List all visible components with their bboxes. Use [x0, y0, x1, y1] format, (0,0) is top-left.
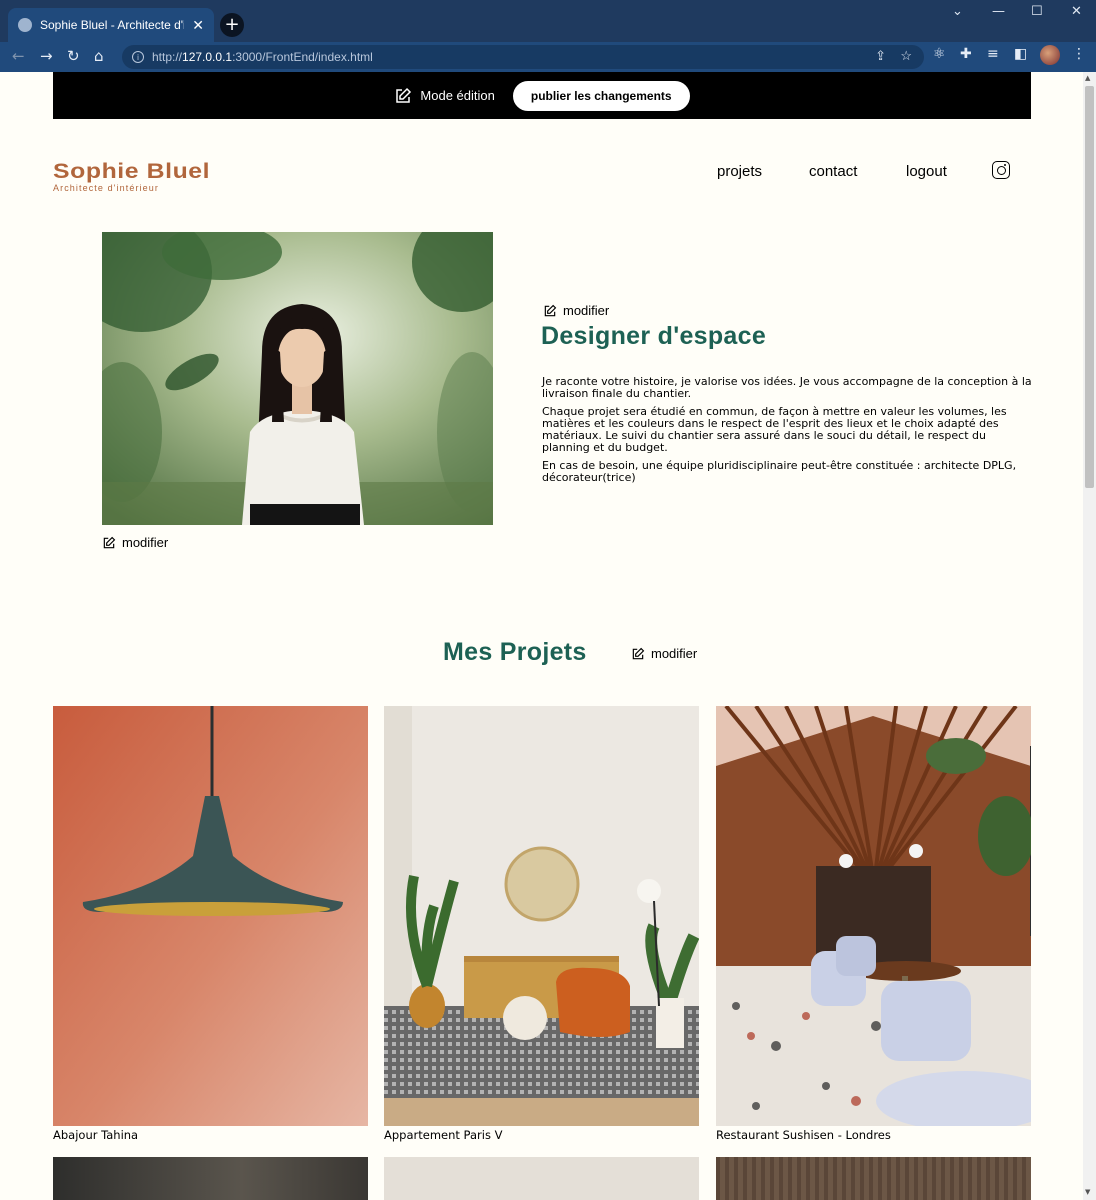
- new-tab-button[interactable]: +: [220, 13, 244, 37]
- browser-tab[interactable]: Sophie Bluel - Architecte d'intérie ✕: [8, 8, 214, 42]
- browser-toolbar: ← → ↻ ⌂ i http:// 127.0.0.1 :3000/FrontE…: [0, 42, 1096, 72]
- maximize-icon[interactable]: ☐: [1031, 4, 1043, 19]
- url-path: :3000/FrontEnd/index.html: [232, 50, 373, 64]
- back-icon[interactable]: ←: [12, 47, 25, 65]
- gallery-item[interactable]: Restaurant Sushisen - Londres: [716, 706, 1031, 1142]
- react-devtools-icon[interactable]: ⚛: [933, 46, 946, 62]
- nav-link-logout[interactable]: logout: [906, 163, 947, 180]
- project-image[interactable]: [716, 1157, 1031, 1200]
- publish-changes-button[interactable]: publier les changements: [512, 80, 690, 111]
- modify-projects-link[interactable]: modifier: [631, 646, 697, 661]
- project-caption: Restaurant Sushisen - Londres: [716, 1128, 891, 1142]
- edit-icon: [396, 87, 412, 103]
- tab-search-icon[interactable]: ⌄: [952, 4, 963, 19]
- minimize-icon[interactable]: —: [992, 4, 1005, 19]
- profile-avatar[interactable]: [1040, 45, 1060, 65]
- projects-title: Mes Projets: [443, 638, 587, 666]
- gallery-item[interactable]: Abajour Tahina: [53, 706, 368, 1142]
- browser-chrome: Sophie Bluel - Architecte d'intérie ✕ + …: [0, 0, 1096, 72]
- intro-text: Je raconte votre histoire, je valorise v…: [542, 376, 1032, 490]
- logo-name: Sophie Bluel: [53, 160, 211, 183]
- project-image: [716, 706, 1031, 1126]
- scroll-up-arrow-icon[interactable]: ▲: [1085, 74, 1090, 82]
- project-caption: Appartement Paris V: [384, 1128, 503, 1142]
- forward-icon[interactable]: →: [40, 47, 53, 65]
- edit-mode-indicator: Mode édition: [394, 87, 495, 105]
- extensions-icon[interactable]: ✚: [960, 46, 972, 62]
- media-control-icon[interactable]: ≡: [987, 46, 999, 62]
- edit-mode-bar: Mode édition publier les changements: [53, 72, 1031, 119]
- globe-icon: [18, 18, 32, 32]
- close-window-icon[interactable]: ✕: [1071, 4, 1082, 19]
- project-image: [384, 706, 699, 1126]
- address-bar[interactable]: i http:// 127.0.0.1 :3000/FrontEnd/index…: [122, 45, 924, 69]
- modify-photo-label: modifier: [122, 535, 169, 550]
- url-host: 127.0.0.1: [182, 50, 233, 64]
- intro-title: Designer d'espace: [541, 322, 767, 350]
- site-logo[interactable]: Sophie Bluel Architecte d'intérieur: [53, 160, 210, 193]
- tab-title: Sophie Bluel - Architecte d'intérie: [40, 18, 184, 32]
- scrollbar-thumb[interactable]: [1085, 86, 1094, 488]
- reload-icon[interactable]: ↻: [67, 47, 80, 65]
- close-tab-icon[interactable]: ✕: [192, 17, 204, 34]
- share-icon[interactable]: ⇪: [875, 48, 886, 64]
- modify-photo-link[interactable]: modifier: [102, 535, 168, 550]
- page-viewport: Mode édition publier les changements Sop…: [0, 72, 1083, 1200]
- edit-icon: [103, 536, 116, 548]
- gallery-item[interactable]: Appartement Paris V: [384, 706, 699, 1142]
- side-panel-icon[interactable]: ◧: [1014, 46, 1027, 62]
- nav-link-projets[interactable]: projets: [717, 163, 762, 180]
- bookmark-star-icon[interactable]: ☆: [900, 48, 912, 64]
- profile-photo: [102, 232, 493, 525]
- edit-icon: [544, 304, 557, 316]
- nav-link-contact[interactable]: contact: [809, 163, 857, 180]
- modify-intro-link[interactable]: modifier: [543, 303, 609, 318]
- project-caption: Abajour Tahina: [53, 1128, 139, 1142]
- project-image: [53, 706, 368, 1126]
- edit-mode-label: Mode édition: [420, 88, 495, 103]
- menu-kebab-icon[interactable]: ⋮: [1072, 46, 1086, 62]
- modify-projects-label: modifier: [651, 646, 698, 661]
- scroll-down-arrow-icon[interactable]: ▼: [1085, 1188, 1090, 1196]
- modify-intro-label: modifier: [563, 303, 610, 318]
- intro-paragraph: Chaque projet sera étudié en commun, de …: [542, 405, 1007, 454]
- logo-subtitle: Architecte d'intérieur: [53, 183, 159, 193]
- url-prefix: http://: [152, 50, 183, 64]
- site-info-icon[interactable]: i: [132, 51, 144, 63]
- intro-paragraph: En cas de besoin, une équipe pluridiscip…: [542, 459, 1017, 484]
- edit-icon: [632, 647, 645, 659]
- intro-paragraph: Je raconte votre histoire, je valorise v…: [542, 375, 1032, 400]
- project-image[interactable]: [53, 1157, 368, 1200]
- project-image[interactable]: [384, 1157, 699, 1200]
- home-icon[interactable]: ⌂: [94, 47, 104, 65]
- instagram-icon[interactable]: [992, 161, 1010, 179]
